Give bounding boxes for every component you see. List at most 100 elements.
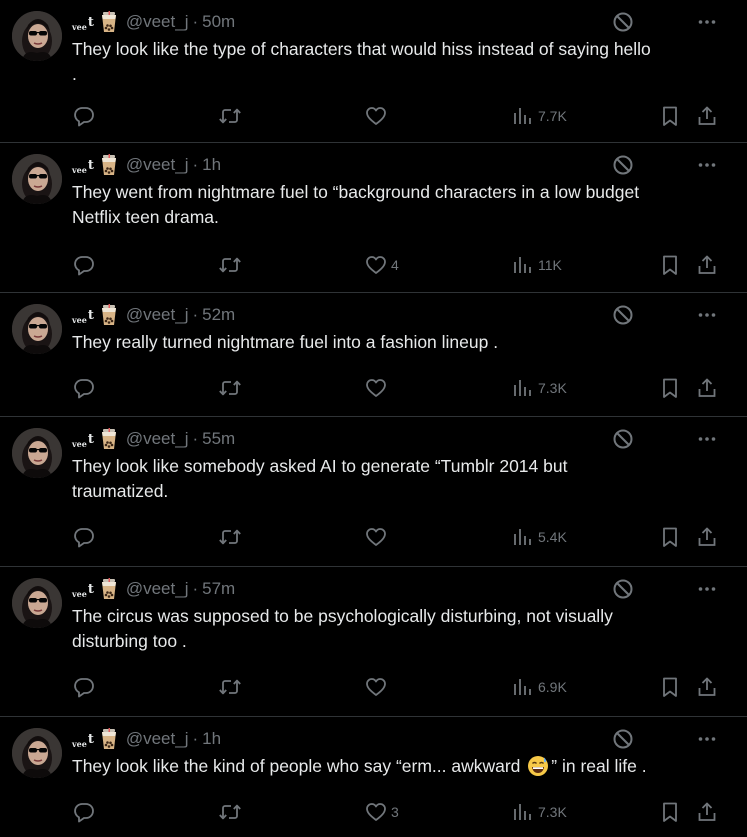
timestamp[interactable]: 1h [202, 729, 221, 749]
views-button[interactable]: 5.4K [512, 525, 567, 549]
block-icon[interactable] [612, 304, 634, 326]
display-name-prefix: vee [72, 21, 87, 32]
views-button[interactable]: 7.3K [512, 800, 567, 824]
display-name[interactable]: vee t [72, 158, 94, 175]
tweet[interactable]: vee t @veet_j · 50m They look like the t… [0, 0, 747, 143]
like-button[interactable] [365, 525, 391, 549]
separator: · [192, 429, 199, 448]
display-name[interactable]: vee t [72, 432, 94, 449]
more-icon[interactable] [696, 578, 718, 600]
retweet-button[interactable] [218, 253, 246, 277]
tweet[interactable]: vee t @veet_j · 55m They look like someb… [0, 417, 747, 567]
handle[interactable]: @veet_j [126, 729, 189, 749]
share-button[interactable] [696, 376, 718, 400]
reply-button[interactable] [73, 376, 99, 400]
bookmark-button[interactable] [659, 104, 681, 128]
share-button[interactable] [696, 800, 718, 824]
more-icon[interactable] [696, 728, 718, 750]
display-name-main: t [87, 307, 94, 323]
display-name-main: t [87, 14, 94, 30]
bookmark-button[interactable] [659, 376, 681, 400]
reply-button[interactable] [73, 525, 99, 549]
heart-icon [366, 107, 386, 125]
handle[interactable]: @veet_j [126, 155, 189, 175]
reply-button[interactable] [73, 253, 99, 277]
bubble-tea-icon [100, 576, 118, 600]
bubble-tea-icon [100, 302, 118, 326]
display-name-prefix: vee [72, 314, 87, 325]
more-icon[interactable] [696, 304, 718, 326]
tweet-actions: 4 11K [0, 253, 747, 277]
bubble-tea-icon [100, 726, 118, 750]
bookmark-button[interactable] [659, 800, 681, 824]
heart-icon [366, 678, 386, 696]
block-icon[interactable] [612, 728, 634, 750]
handle[interactable]: @veet_j [126, 12, 189, 32]
views-button[interactable]: 7.3K [512, 376, 567, 400]
timestamp[interactable]: 52m [202, 305, 235, 325]
block-icon[interactable] [612, 428, 634, 450]
views-icon [514, 257, 531, 273]
display-name[interactable]: vee t [72, 582, 94, 599]
like-button[interactable]: 3 [365, 800, 399, 824]
tweet-feed: vee t @veet_j · 50m They look like the t… [0, 0, 747, 837]
tweet[interactable]: vee t @veet_j · 52m They really turned n… [0, 293, 747, 417]
separator: · [192, 12, 199, 31]
avatar[interactable] [12, 578, 62, 628]
avatar[interactable] [12, 11, 62, 61]
block-icon[interactable] [612, 11, 634, 33]
separator: · [192, 155, 199, 174]
more-icon[interactable] [696, 154, 718, 176]
handle[interactable]: @veet_j [126, 429, 189, 449]
reply-button[interactable] [73, 800, 99, 824]
avatar[interactable] [12, 304, 62, 354]
timestamp[interactable]: 1h [202, 155, 221, 175]
bookmark-button[interactable] [659, 253, 681, 277]
display-name[interactable]: vee t [72, 732, 94, 749]
retweet-button[interactable] [218, 376, 246, 400]
retweet-button[interactable] [218, 675, 246, 699]
more-icon[interactable] [696, 428, 718, 450]
views-button[interactable]: 11K [512, 253, 562, 277]
views-button[interactable]: 7.7K [512, 104, 567, 128]
handle[interactable]: @veet_j [126, 579, 189, 599]
like-button[interactable] [365, 675, 391, 699]
tweet[interactable]: vee t @veet_j · 1h [0, 717, 747, 837]
views-icon [514, 108, 531, 124]
block-icon[interactable] [612, 154, 634, 176]
timestamp[interactable]: 55m [202, 429, 235, 449]
retweet-button[interactable] [218, 104, 246, 128]
like-button[interactable] [365, 376, 391, 400]
retweet-button[interactable] [218, 525, 246, 549]
retweet-icon [219, 679, 241, 695]
avatar[interactable] [12, 728, 62, 778]
timestamp[interactable]: 50m [202, 12, 235, 32]
handle[interactable]: @veet_j [126, 305, 189, 325]
bookmark-button[interactable] [659, 525, 681, 549]
more-icon[interactable] [696, 11, 718, 33]
reply-button[interactable] [73, 675, 99, 699]
views-button[interactable]: 6.9K [512, 675, 567, 699]
share-button[interactable] [696, 104, 718, 128]
share-button[interactable] [696, 253, 718, 277]
display-name[interactable]: vee t [72, 307, 94, 325]
avatar[interactable] [12, 428, 62, 478]
like-button[interactable] [365, 104, 391, 128]
block-icon[interactable] [612, 578, 634, 600]
timestamp[interactable]: 57m [202, 579, 235, 599]
avatar[interactable] [12, 154, 62, 204]
tweet[interactable]: vee t @veet_j · 57m The circus was suppo… [0, 567, 747, 717]
retweet-button[interactable] [218, 800, 246, 824]
like-button[interactable]: 4 [365, 253, 399, 277]
reply-button[interactable] [73, 104, 99, 128]
bookmark-button[interactable] [659, 675, 681, 699]
like-count: 4 [391, 257, 399, 273]
share-button[interactable] [696, 675, 718, 699]
tweet-text: They really turned nightmare fuel into a… [72, 332, 499, 352]
share-icon [698, 255, 716, 274]
display-name[interactable]: vee t [72, 14, 94, 32]
retweet-icon [219, 108, 241, 124]
tweet-header: vee t @veet_j · 1h [72, 152, 221, 176]
share-button[interactable] [696, 525, 718, 549]
tweet[interactable]: vee t @veet_j · 1h [0, 143, 747, 293]
